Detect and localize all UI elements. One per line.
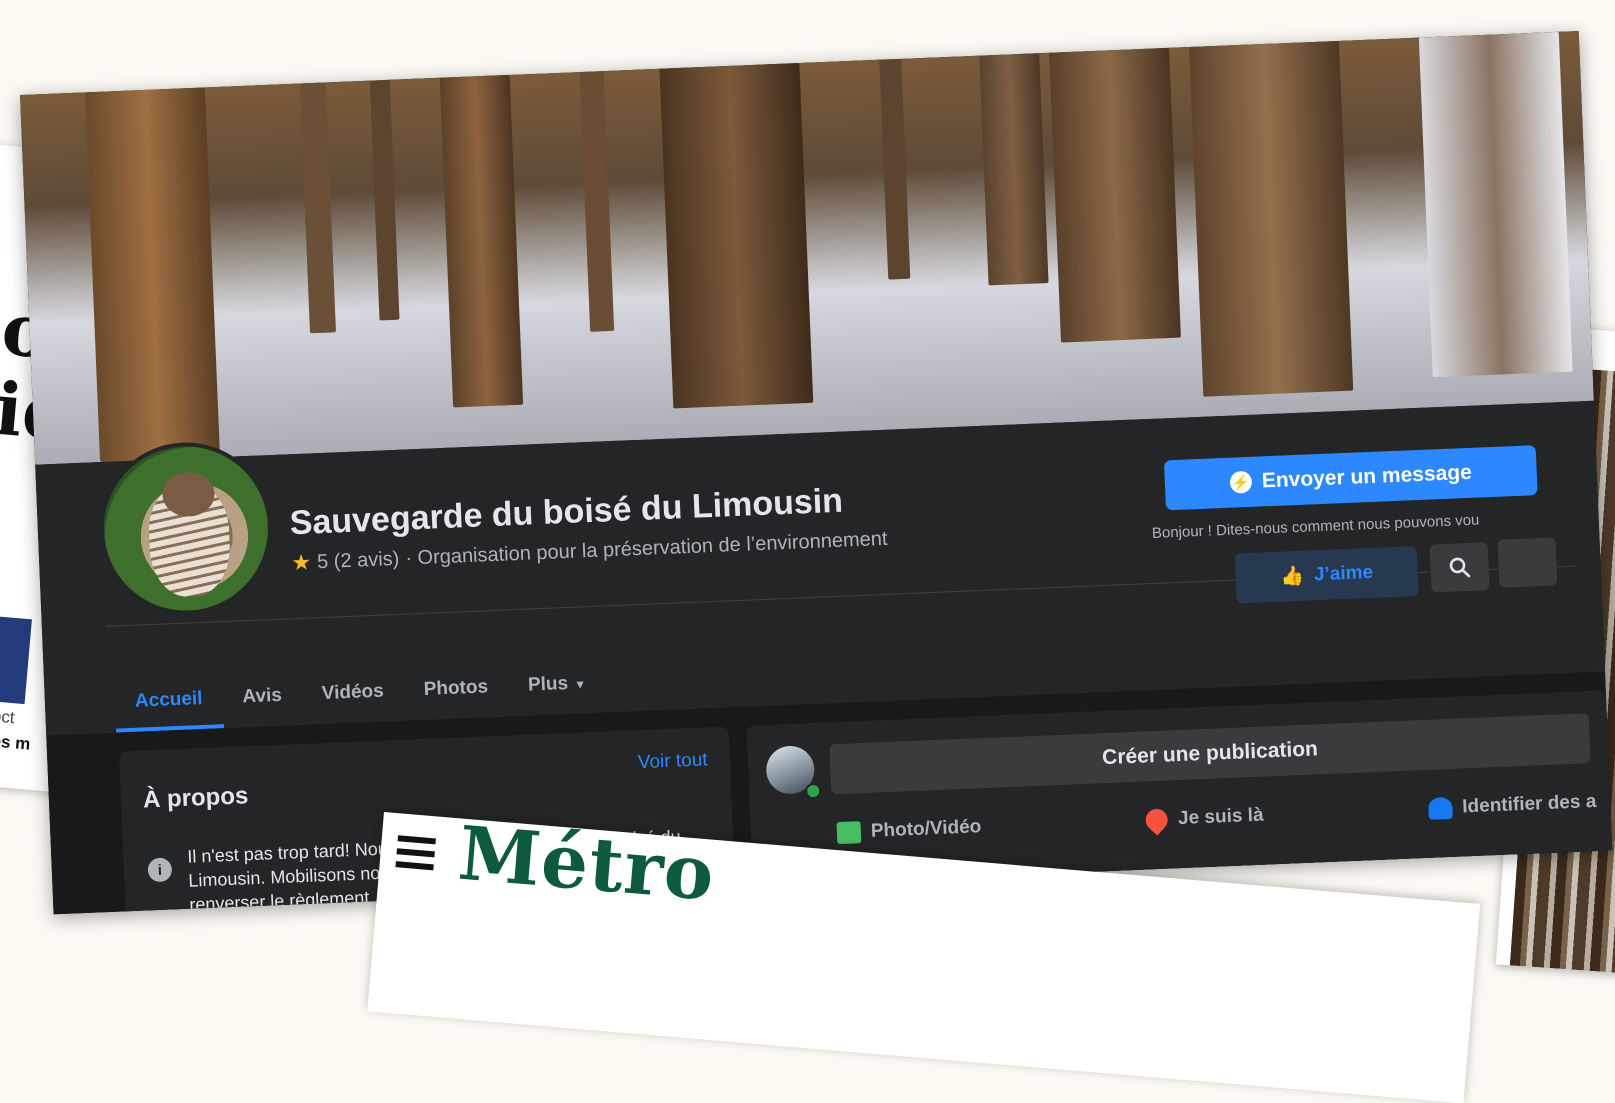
tab-videos[interactable]: Vidéos	[301, 665, 405, 721]
menu-icon	[395, 835, 436, 872]
checkin-label: Je suis là	[1177, 804, 1264, 830]
tag-people-icon	[1427, 796, 1453, 820]
about-title: À propos	[142, 782, 249, 814]
rating-value[interactable]: 5 (2 avis)	[317, 547, 400, 573]
search-button[interactable]	[1429, 542, 1490, 593]
photo-icon	[836, 821, 862, 845]
caret-down-icon: ▼	[573, 677, 587, 692]
search-icon	[1449, 557, 1471, 578]
facebook-page-screenshot: Sauvegarde du boisé du Limousin ★ 5 (2 a…	[20, 31, 1613, 915]
photo-video-label: Photo/Vidéo	[870, 816, 982, 842]
tab-photos[interactable]: Photos	[403, 661, 509, 717]
online-status-dot	[804, 782, 822, 800]
send-message-label: Envoyer un message	[1261, 460, 1473, 493]
cover-photo	[20, 31, 1594, 465]
thumbs-up-icon: 👍	[1279, 565, 1305, 588]
newspaper-image	[0, 614, 32, 705]
info-icon: i	[147, 857, 173, 883]
messenger-icon: ⚡	[1229, 470, 1253, 494]
like-button[interactable]: 👍 J’aime	[1234, 546, 1419, 604]
tag-people-label: Identifier des a	[1461, 790, 1597, 818]
location-pin-icon	[1141, 804, 1173, 836]
photo-video-button[interactable]: Photo/Vidéo	[836, 816, 982, 845]
create-post-button[interactable]: Créer une publication	[829, 713, 1591, 795]
tab-avis[interactable]: Avis	[221, 669, 303, 724]
star-icon: ★	[290, 549, 312, 576]
tab-accueil[interactable]: Accueil	[113, 672, 224, 733]
composer-actions: Photo/Vidéo Je suis là Identifier des a	[836, 790, 1597, 845]
newspaper-date: 16 oct	[0, 704, 16, 728]
tag-people-button[interactable]: Identifier des a	[1427, 790, 1597, 820]
tab-plus[interactable]: Plus ▼	[507, 656, 607, 712]
newspaper-snippet: n des m	[0, 729, 32, 754]
checkin-button[interactable]: Je suis là	[1141, 804, 1264, 836]
like-label: J’aime	[1313, 561, 1374, 586]
more-options-button[interactable]	[1497, 537, 1558, 588]
see-all-link[interactable]: Voir tout	[637, 749, 708, 774]
tab-plus-label: Plus	[527, 673, 569, 696]
